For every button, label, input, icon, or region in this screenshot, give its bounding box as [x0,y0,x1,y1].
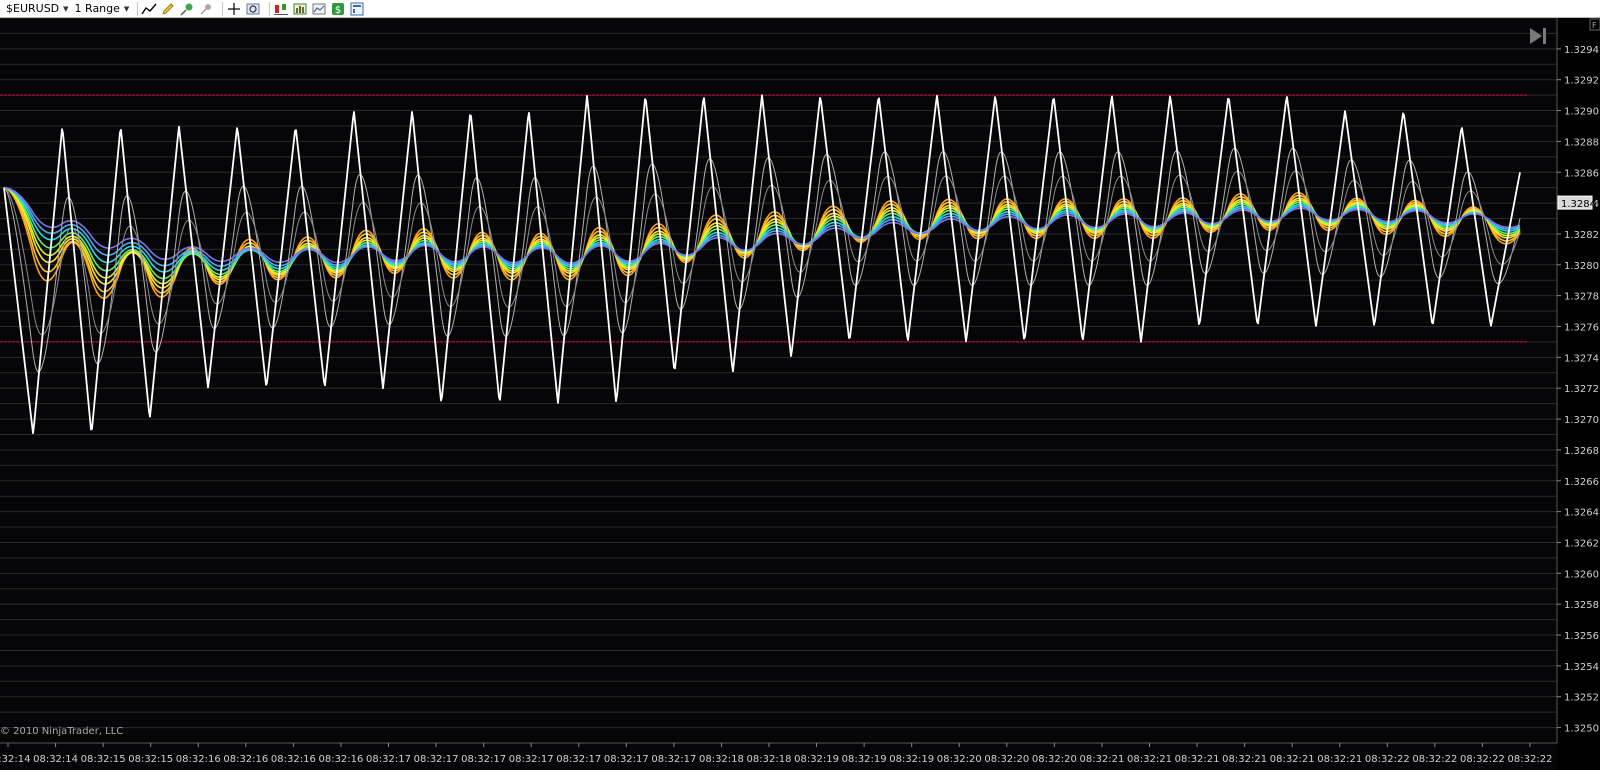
x-tick-label: 08:32:17 [604,754,649,765]
y-tick-label: 1.3256 [1564,631,1599,642]
chart-toolbar: $EURUSD ▼ 1 Range ▼ $ [0,0,1600,18]
corner-badge[interactable]: F [1589,18,1600,31]
x-tick-label: 08:32:17 [651,754,696,765]
indicators-icon[interactable] [292,1,308,17]
toolbar-divider [222,1,224,16]
y-tick-label: 1.3254 [1564,662,1599,673]
pin-icon[interactable] [198,1,214,17]
toolbar-divider [137,1,139,16]
y-tick-label: 1.3262 [1564,538,1599,549]
x-tick-label: 08:32:22 [1460,754,1505,765]
x-tick-label: 08:32:15 [81,754,126,765]
strategy-icon[interactable]: $ [330,1,346,17]
x-tick-label: 08:32:19 [889,754,934,765]
y-tick-label: 1.3294 [1564,45,1599,56]
y-tick-label: 1.3250 [1564,724,1599,735]
corner-badge-label: F [1592,21,1597,30]
last-price-label: 1.3284 [1561,199,1596,210]
y-tick-label: 1.3264 [1564,508,1599,519]
x-tick-label: 08:32:16 [271,754,316,765]
x-tick-label: 08:32:16 [176,754,221,765]
y-tick-label: 1.3270 [1564,415,1599,426]
period-label: 1 Range [74,2,120,15]
plot-area [0,18,1557,770]
x-tick-label: 08:32:17 [366,754,411,765]
y-tick-label: 1.3282 [1564,230,1599,241]
x-tick-label: 08:32:20 [1032,754,1077,765]
x-tick-label: 08:32:21 [1127,754,1172,765]
line-tool-icon[interactable] [141,1,157,17]
y-tick-label: 1.3274 [1564,353,1599,364]
x-tick-label: 08:32:19 [794,754,839,765]
chart-style-icon[interactable] [311,1,327,17]
chevron-down-icon: ▼ [123,4,130,13]
x-tick-label: 08:32:21 [1270,754,1315,765]
x-tick-label: 08:32:21 [1175,754,1220,765]
y-tick-label: 1.3288 [1564,137,1599,148]
x-tick-label: 08:32:21 [1317,754,1362,765]
magnifier-icon[interactable] [245,1,261,17]
y-tick-label: 1.3272 [1564,384,1599,395]
x-tick-label: 08:32:22 [1412,754,1457,765]
x-tick-label: 08:32:22 [1365,754,1410,765]
x-tick-label: 08:32:16 [223,754,268,765]
x-tick-label: 08:32:21 [1222,754,1267,765]
x-tick-label: 08:32:20 [937,754,982,765]
bar-type-icon[interactable] [273,1,289,17]
y-tick-label: 1.3266 [1564,477,1599,488]
x-tick-label: 08:32:17 [509,754,554,765]
toolbar-divider [269,1,271,16]
x-tick-label: 08:32:19 [842,754,887,765]
x-tick-label: 08:32:17 [556,754,601,765]
y-tick-label: 1.3286 [1564,168,1599,179]
x-tick-label: 08:32:18 [699,754,744,765]
x-tick-label: 08:32:17 [461,754,506,765]
y-tick-label: 1.3290 [1564,107,1599,118]
x-tick-label: 08:32:14 [33,754,78,765]
marker-icon[interactable] [179,1,195,17]
x-tick-label: 08:32:17 [414,754,459,765]
instrument-label: $EURUSD [6,2,60,15]
last-price-marker: 1.3284 [1557,195,1596,210]
properties-icon[interactable] [349,1,365,17]
y-tick-label: 1.3280 [1564,261,1599,272]
x-tick-label: 08:32:20 [984,754,1029,765]
price-axis[interactable]: 1.3294 1.3292 1.3290 1.3288 1.3286 1.3284 1.32… [1557,45,1599,735]
pencil-icon[interactable] [160,1,176,17]
price-chart[interactable]: 1.3294 1.3292 1.3290 1.3288 1.3286 1.3284 1.32… [0,18,1600,770]
y-tick-label: 1.3252 [1564,693,1599,704]
y-tick-label: 1.3260 [1564,569,1599,580]
x-tick-label: 08:32:15 [128,754,173,765]
y-tick-label: 1.3278 [1564,292,1599,303]
period-selector[interactable]: 1 Range ▼ [75,1,130,17]
svg-text:$: $ [335,5,341,16]
copyright-text: © 2010 NinjaTrader, LLC [0,726,123,737]
y-tick-label: 1.3268 [1564,446,1599,457]
y-tick-label: 1.3258 [1564,600,1599,611]
instrument-selector[interactable]: $EURUSD ▼ [6,1,69,17]
x-tick-label: 08:32:18 [747,754,792,765]
chevron-down-icon: ▼ [63,4,69,13]
x-tick-label: 08:32:14 [0,754,30,765]
y-tick-label: 1.3292 [1564,76,1599,87]
y-tick-label: 1.3276 [1564,323,1599,334]
x-tick-label: 08:32:21 [1079,754,1124,765]
x-tick-label: 08:32:22 [1508,754,1553,765]
crosshair-icon[interactable] [226,1,242,17]
x-tick-label: 08:32:16 [318,754,363,765]
